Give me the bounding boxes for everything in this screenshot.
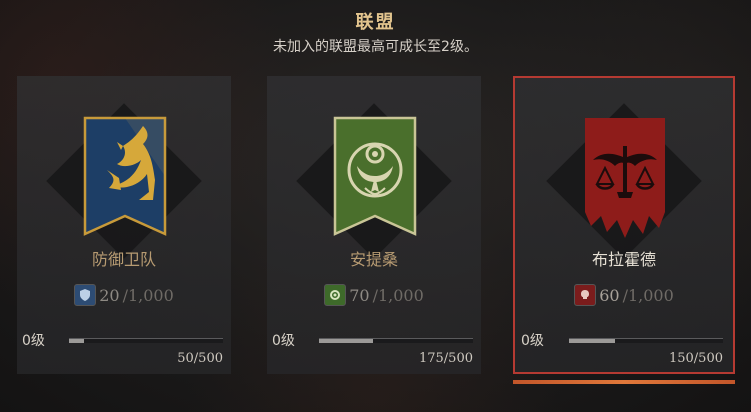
level-progress-bar bbox=[69, 338, 223, 343]
alliance-name: 防御卫队 bbox=[91, 250, 156, 269]
alliance-name: 安提桑 bbox=[349, 250, 398, 269]
alliance-card-defense-guard[interactable]: 防御卫队 20/1,000 0级 50/500 bbox=[17, 76, 231, 374]
level-progress-bar bbox=[319, 338, 473, 343]
alliance-points: 20/1,000 bbox=[17, 284, 231, 306]
gear-bird-icon bbox=[333, 116, 417, 236]
alliance-points: 60/1,000 bbox=[513, 284, 735, 306]
alliance-name: 布拉霍德 bbox=[591, 250, 656, 269]
level-label: 0级 bbox=[272, 333, 295, 349]
page-subtitle: 未加入的联盟最高可成长至2级。 bbox=[273, 39, 478, 55]
shield-icon bbox=[74, 284, 97, 306]
level-progress-fill bbox=[319, 339, 373, 343]
alliance-card-antisang[interactable]: 安提桑 70/1,000 0级 175/500 bbox=[267, 76, 481, 374]
level-progress-bar bbox=[569, 338, 723, 343]
skull-icon bbox=[574, 284, 597, 306]
bat-scales-icon bbox=[585, 118, 665, 238]
level-progress-text: 175/500 bbox=[418, 351, 473, 366]
level-label: 0级 bbox=[521, 333, 544, 349]
level-progress-text: 50/500 bbox=[177, 351, 223, 366]
level-progress-fill bbox=[69, 339, 85, 343]
level-progress-fill bbox=[569, 339, 616, 343]
level-label: 0级 bbox=[22, 333, 45, 349]
page-title: 联盟 bbox=[355, 12, 396, 33]
alliance-card-brahold[interactable]: 布拉霍德 60/1,000 0级 150/500 bbox=[513, 76, 735, 384]
gear-icon bbox=[324, 284, 347, 306]
selected-indicator bbox=[513, 380, 735, 384]
alliance-points: 70/1,000 bbox=[267, 284, 481, 306]
griffin-icon bbox=[83, 116, 167, 236]
level-progress-text: 150/500 bbox=[668, 351, 723, 366]
